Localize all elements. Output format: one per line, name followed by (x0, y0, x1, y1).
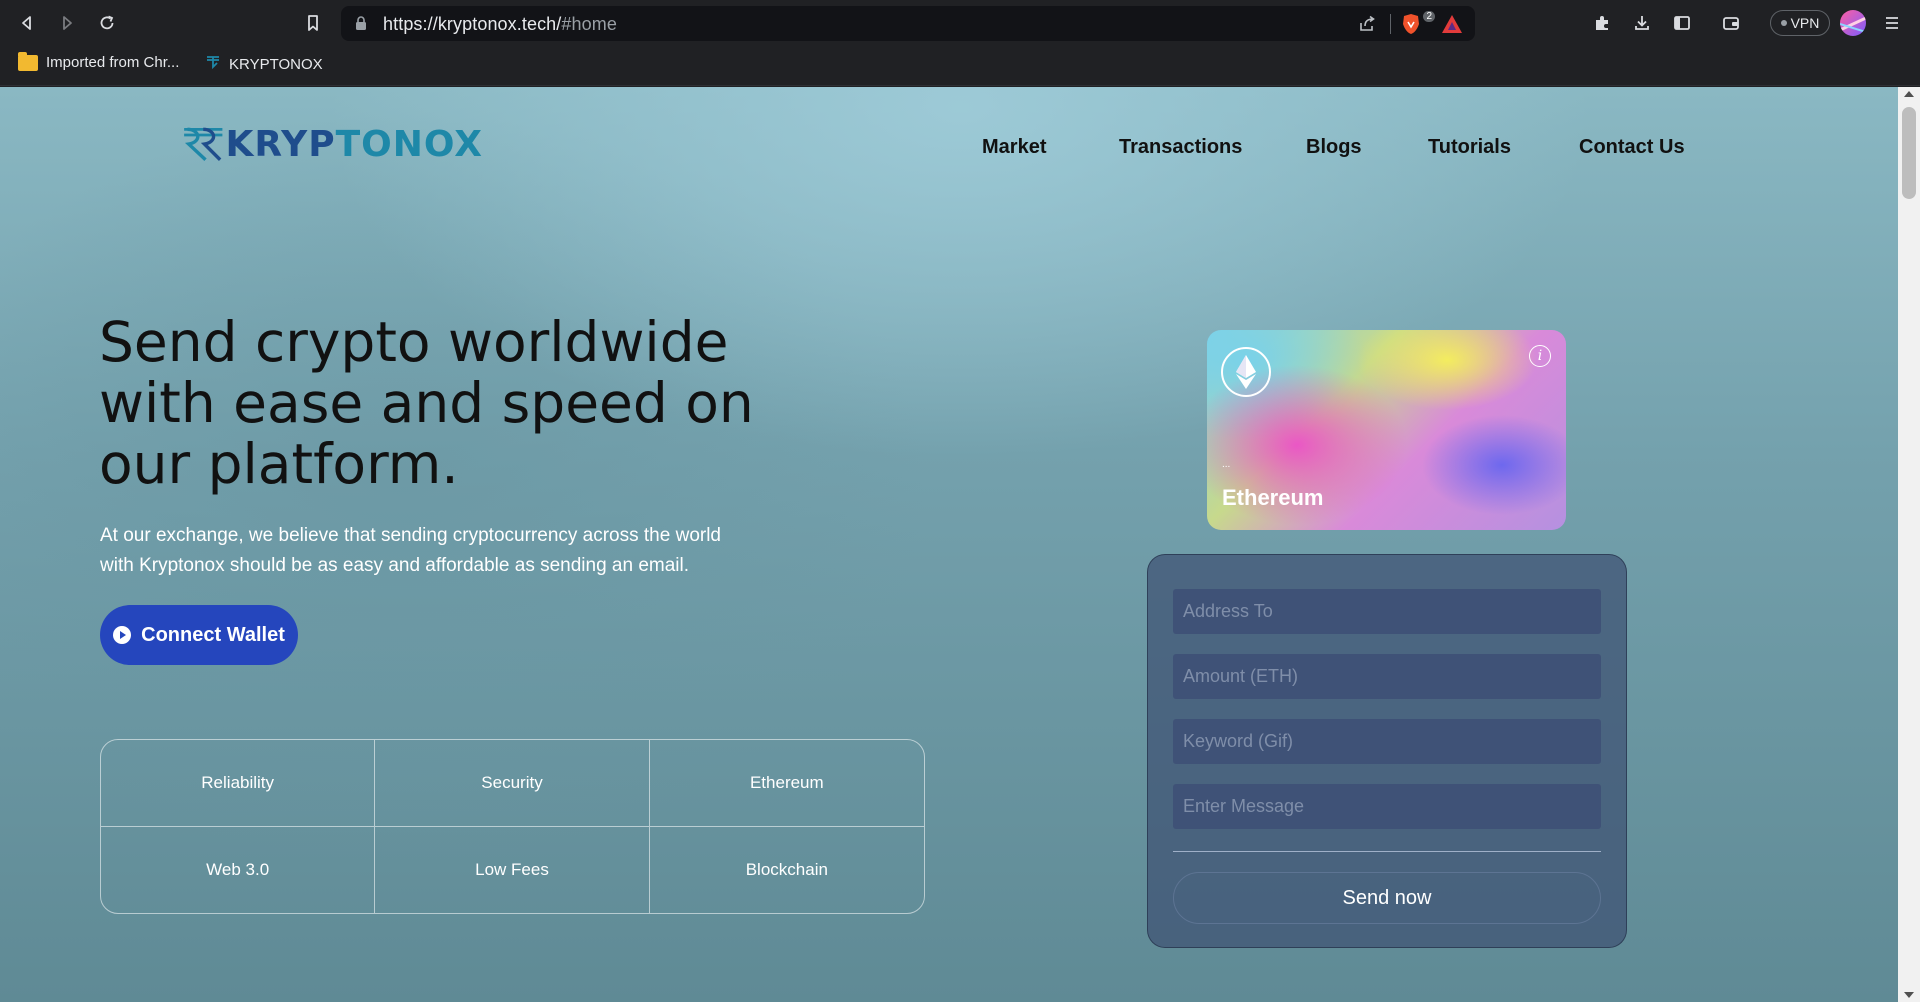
scroll-up-arrow-icon[interactable] (1904, 91, 1914, 97)
vpn-button[interactable]: VPN (1770, 10, 1830, 36)
form-divider (1173, 851, 1601, 852)
url-separator (1390, 14, 1391, 34)
nav-transactions[interactable]: Transactions (1119, 136, 1242, 159)
forward-icon[interactable] (52, 8, 82, 38)
connect-wallet-button[interactable]: Connect Wallet (100, 605, 298, 665)
features-grid: Reliability Security Ethereum Web 3.0 Lo… (100, 739, 925, 914)
scroll-down-arrow-icon[interactable] (1904, 992, 1914, 998)
menu-icon[interactable] (1877, 8, 1907, 38)
feature-low-fees: Low Fees (375, 826, 650, 913)
bookmark-kryptonox[interactable]: KRYPTONOX (205, 54, 323, 74)
bookmark-icon[interactable] (298, 8, 328, 38)
nav-tutorials[interactable]: Tutorials (1428, 136, 1511, 159)
logo-wordmark: KRYPTONOX (226, 124, 483, 165)
play-icon (113, 626, 132, 644)
back-icon[interactable] (12, 8, 42, 38)
nav-blogs[interactable]: Blogs (1306, 136, 1362, 159)
bookmark-label: Imported from Chr... (46, 54, 180, 71)
lock-icon (355, 16, 367, 35)
profile-avatar[interactable] (1840, 10, 1866, 36)
hero-subtitle: At our exchange, we believe that sending… (100, 525, 721, 576)
feature-blockchain: Blockchain (745, 859, 828, 879)
browser-toolbar: https://kryptonox.tech/#home 2 VPN (0, 0, 1920, 46)
ethereum-icon (1221, 347, 1271, 397)
logo-wordmark-a: KRYP (225, 123, 336, 165)
logo-wordmark-b: TONOX (335, 123, 483, 165)
page-viewport: KRYPTONOX Market Transactions Blogs Tuto… (0, 87, 1898, 1002)
send-now-button[interactable]: Send now (1173, 872, 1601, 924)
site-logo[interactable]: KRYPTONOX (183, 114, 483, 174)
amount-input[interactable] (1173, 654, 1601, 699)
nav-market[interactable]: Market (982, 136, 1046, 159)
card-address: ... (1222, 459, 1231, 470)
bookmarks-bar: Imported from Chr... KRYPTONOX (0, 46, 1920, 86)
send-form: Send now (1147, 554, 1627, 948)
share-icon[interactable] (1357, 14, 1377, 39)
folder-icon (18, 51, 38, 71)
feature-web3: Web 3.0 (101, 826, 376, 913)
hero-title: Send crypto worldwide with ease and spee… (99, 310, 754, 496)
scroll-thumb[interactable] (1902, 107, 1916, 199)
feature-security: Security (375, 740, 650, 827)
card-currency-name: Ethereum (1222, 485, 1324, 510)
ethereum-card: i ... Ethereum (1207, 330, 1566, 530)
address-to-input[interactable] (1173, 589, 1601, 634)
sidebar-icon[interactable] (1667, 8, 1697, 38)
message-input[interactable] (1173, 784, 1601, 829)
bookmark-label: KRYPTONOX (229, 55, 323, 73)
url-host: https://kryptonox.tech/ (383, 14, 562, 34)
downloads-icon[interactable] (1627, 8, 1657, 38)
page-scrollbar[interactable] (1898, 87, 1920, 1002)
connect-wallet-label: Connect Wallet (141, 623, 285, 646)
nav-contact-us[interactable]: Contact Us (1579, 136, 1685, 159)
shield-count-badge: 2 (1423, 11, 1435, 22)
kryptonox-favicon (205, 54, 221, 74)
bookmark-imported-folder[interactable]: Imported from Chr... (18, 51, 180, 71)
feature-ethereum: Ethereum (649, 740, 924, 827)
reload-icon[interactable] (92, 8, 122, 38)
rupee-logo-icon (184, 127, 223, 161)
url-text: https://kryptonox.tech/#home (383, 14, 617, 35)
brave-rewards-icon[interactable] (1441, 14, 1463, 39)
extensions-icon[interactable] (1587, 8, 1617, 38)
keyword-input[interactable] (1173, 719, 1601, 764)
address-bar[interactable]: https://kryptonox.tech/#home 2 (341, 6, 1475, 41)
wallet-icon[interactable] (1716, 8, 1746, 38)
vpn-label: VPN (1790, 15, 1820, 31)
brave-shields-icon[interactable] (1399, 12, 1423, 36)
feature-reliability: Reliability (101, 740, 376, 827)
url-path: #home (561, 14, 617, 34)
vpn-status-dot (1780, 20, 1787, 26)
info-icon[interactable]: i (1529, 345, 1551, 367)
